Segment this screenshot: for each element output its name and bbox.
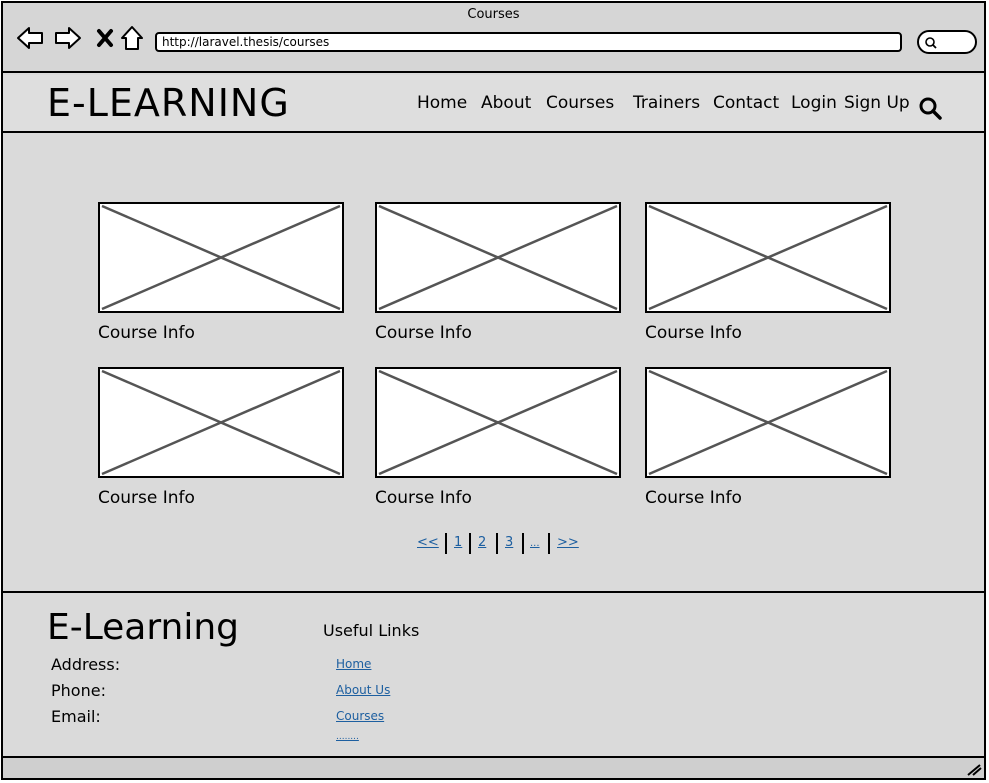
image-placeholder-icon xyxy=(378,204,618,311)
course-grid: Course Info Course Info Course Info Cour… xyxy=(3,133,984,591)
footer-address-label: Address: xyxy=(51,655,121,674)
footer-link-home[interactable]: Home xyxy=(336,657,371,671)
pagination-page-1[interactable]: 1 xyxy=(454,535,462,550)
nav-about[interactable]: About xyxy=(481,93,531,113)
pagination-next[interactable]: >> xyxy=(557,535,579,550)
image-placeholder-icon xyxy=(648,369,888,476)
nav-courses[interactable]: Courses xyxy=(546,93,614,113)
course-info-label[interactable]: Course Info xyxy=(375,323,472,343)
footer-email-label: Email: xyxy=(51,707,101,726)
nav-trainers[interactable]: Trainers xyxy=(633,93,700,113)
footer-link-courses[interactable]: Courses xyxy=(336,709,384,723)
course-info-label[interactable]: Course Info xyxy=(98,323,195,343)
image-placeholder-icon xyxy=(101,369,341,476)
nav-home[interactable]: Home xyxy=(417,93,467,113)
course-image-placeholder[interactable] xyxy=(98,367,344,478)
course-image-placeholder[interactable] xyxy=(645,202,891,313)
footer-link-about[interactable]: About Us xyxy=(336,683,390,697)
search-icon[interactable] xyxy=(918,96,942,120)
image-placeholder-icon xyxy=(648,204,888,311)
window-title: Courses xyxy=(467,7,520,22)
pagination-divider xyxy=(496,533,498,554)
pagination-page-2[interactable]: 2 xyxy=(478,535,486,550)
site-footer: E-Learning Address: Phone: Email: Useful… xyxy=(3,591,984,758)
image-placeholder-icon xyxy=(378,369,618,476)
resize-grip-icon[interactable] xyxy=(966,762,982,776)
course-image-placeholder[interactable] xyxy=(375,202,621,313)
back-arrow-icon[interactable] xyxy=(15,23,45,53)
course-image-placeholder[interactable] xyxy=(375,367,621,478)
site-logo[interactable]: E-LEARNING xyxy=(47,81,290,125)
nav-signup[interactable]: Sign Up xyxy=(844,93,910,113)
course-info-label[interactable]: Course Info xyxy=(645,488,742,508)
course-image-placeholder[interactable] xyxy=(98,202,344,313)
course-info-label[interactable]: Course Info xyxy=(375,488,472,508)
image-placeholder-icon xyxy=(101,204,341,311)
browser-search-field[interactable] xyxy=(917,30,977,54)
pagination-divider xyxy=(548,533,550,554)
footer-link-more[interactable]: ........ xyxy=(336,732,359,742)
home-icon[interactable] xyxy=(117,23,147,53)
useful-links-heading: Useful Links xyxy=(323,621,420,640)
nav-login[interactable]: Login xyxy=(791,93,837,113)
course-image-placeholder[interactable] xyxy=(645,367,891,478)
forward-arrow-icon[interactable] xyxy=(53,23,83,53)
course-info-label[interactable]: Course Info xyxy=(98,488,195,508)
browser-toolbar: Courses http://laravel.thesis/courses xyxy=(3,3,984,73)
pagination-page-3[interactable]: 3 xyxy=(505,535,513,550)
pagination-divider xyxy=(445,533,447,554)
pagination-divider xyxy=(522,533,524,554)
course-info-label[interactable]: Course Info xyxy=(645,323,742,343)
browser-window: Courses http://laravel.thesis/courses E-… xyxy=(1,1,986,780)
pagination-prev[interactable]: << xyxy=(417,535,439,550)
pagination-ellipsis[interactable]: ... xyxy=(530,538,540,549)
site-header: E-LEARNING Home About Courses Trainers C… xyxy=(3,75,984,133)
status-bar xyxy=(3,758,984,778)
search-icon xyxy=(925,37,937,49)
address-bar[interactable]: http://laravel.thesis/courses xyxy=(155,32,902,52)
pagination-divider xyxy=(469,533,471,554)
nav-contact[interactable]: Contact xyxy=(713,93,779,113)
footer-logo: E-Learning xyxy=(47,607,240,648)
footer-phone-label: Phone: xyxy=(51,681,106,700)
